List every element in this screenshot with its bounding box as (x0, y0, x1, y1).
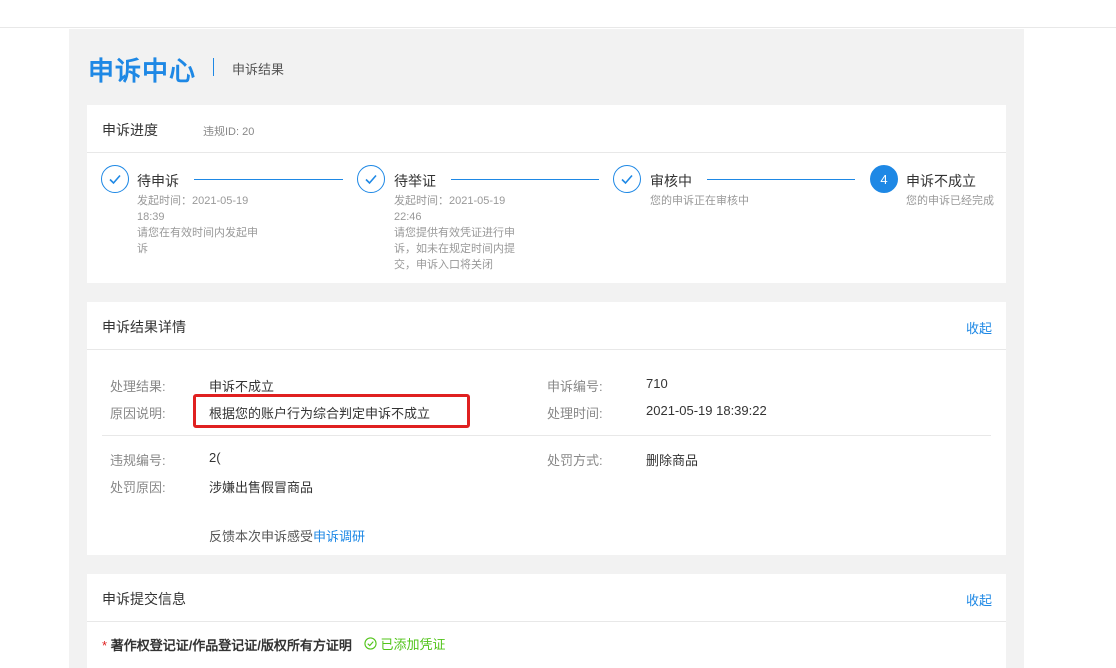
penalty-method-value: 删除商品 (646, 453, 699, 468)
violation-no-label: 违规编号: (110, 453, 166, 468)
page-title: 申诉中心 (88, 56, 197, 86)
evidence-row: * 著作权登记证/作品登记证/版权所有方证明 已添加凭证 (102, 634, 446, 654)
step-1-connector (194, 179, 343, 180)
result-card: 申诉结果详情 收起 处理结果: 申诉不成立 申诉编号: 710 原因说明: 根据… (87, 302, 1006, 555)
top-bar (0, 0, 1116, 28)
highlight-box (193, 394, 470, 428)
required-mark: * (102, 638, 108, 653)
penalty-reason-label: 处罚原因: (110, 480, 166, 495)
submission-collapse-link[interactable]: 收起 (966, 590, 992, 609)
step-3-check-icon (613, 165, 641, 193)
step-1-title: 待申诉 (137, 173, 179, 189)
step-2-check-icon (357, 165, 385, 193)
step-1-check-icon (101, 165, 129, 193)
process-time-label: 处理时间: (547, 406, 603, 421)
appeal-no-label: 申诉编号: (547, 379, 603, 394)
result-value: 申诉不成立 (209, 379, 275, 394)
submission-card: 申诉提交信息 收起 * 著作权登记证/作品登记证/版权所有方证明 已添加凭证 (87, 574, 1006, 668)
result-card-header: 申诉结果详情 收起 (87, 302, 1006, 350)
evidence-status: 已添加凭证 (363, 634, 446, 653)
step-4-number: 4 (870, 165, 898, 193)
reason-label: 原因说明: (110, 406, 166, 421)
result-title: 申诉结果详情 (102, 319, 186, 335)
appeal-no-value: 710 (646, 376, 668, 391)
progress-card-header: 申诉进度 违规ID: 20 (87, 105, 1006, 153)
feedback-text: 反馈本次申诉感受申诉调研 (209, 529, 366, 544)
step-3-desc: 您的申诉正在审核中 (650, 195, 749, 207)
details-divider (102, 435, 991, 436)
step-3-title: 审核中 (650, 173, 692, 189)
process-time-value: 2021-05-19 18:39:22 (646, 403, 767, 418)
survey-link[interactable]: 申诉调研 (313, 529, 365, 544)
result-collapse-link[interactable]: 收起 (966, 318, 992, 337)
penalty-method-label: 处罚方式: (547, 453, 603, 468)
title-divider (213, 58, 214, 76)
step-4-desc: 您的申诉已经完成 (906, 195, 994, 207)
step-3-connector (707, 179, 855, 180)
step-4-title: 申诉不成立 (906, 173, 976, 189)
violation-no-value: 2( (209, 450, 221, 465)
submission-title: 申诉提交信息 (102, 591, 186, 607)
result-label: 处理结果: (110, 379, 166, 394)
step-2-connector (451, 179, 599, 180)
page-subtitle: 申诉结果 (232, 62, 285, 77)
evidence-title: 著作权登记证/作品登记证/版权所有方证明 (110, 638, 352, 653)
step-2-title: 待举证 (394, 173, 436, 189)
penalty-reason-value: 涉嫌出售假冒商品 (209, 480, 314, 495)
step-1-desc: 发起时间：2021-05-19 18:39 请您在有效时间内发起申 诉 (137, 195, 258, 255)
step-2-desc: 发起时间：2021-05-19 22:46 请您提供有效凭证进行申 诉，如未在规… (394, 195, 515, 271)
submission-card-header: 申诉提交信息 收起 (87, 574, 1006, 622)
main-content: 申诉中心 申诉结果 申诉进度 违规ID: 20 待申诉 发起时间：2021-05… (69, 29, 1024, 668)
violation-id: 违规ID: 20 (203, 126, 255, 138)
check-circle-icon (363, 637, 377, 650)
progress-card: 申诉进度 违规ID: 20 待申诉 发起时间：2021-05-19 18:39 … (87, 105, 1006, 283)
progress-title: 申诉进度 (102, 122, 158, 138)
